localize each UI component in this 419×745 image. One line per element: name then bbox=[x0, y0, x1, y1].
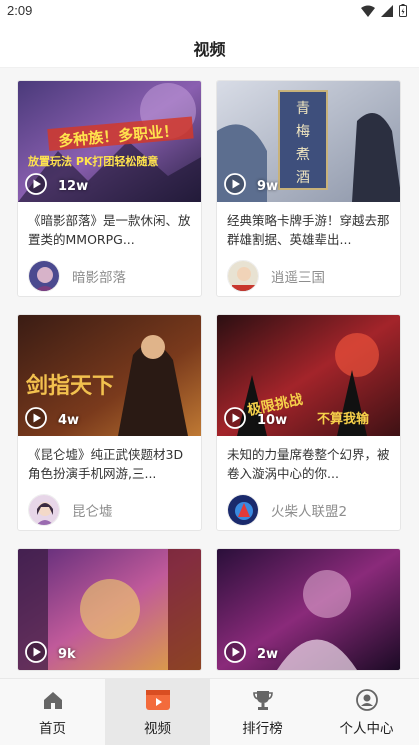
battery-icon bbox=[399, 4, 407, 17]
trophy-icon bbox=[252, 691, 273, 710]
video-thumbnail[interactable]: 剑指天下 4w bbox=[18, 315, 201, 436]
author-name: 昆仑墟 bbox=[72, 504, 113, 520]
video-thumbnail[interactable]: 青 梅 煮 酒 9w bbox=[217, 81, 400, 202]
video-icon bbox=[145, 690, 170, 710]
thumbnail-banner-sub: 放置玩法 PK打团轻松随意 bbox=[27, 154, 158, 168]
thumbnail-banner-sub: 不算我输 bbox=[317, 411, 370, 427]
wifi-icon bbox=[361, 5, 375, 17]
video-thumbnail[interactable]: 2w bbox=[217, 549, 400, 670]
view-count: 2w bbox=[257, 647, 279, 662]
video-feed[interactable]: 多种族！多职业！ 放置玩法 PK打团轻松随意 12w 《暗影部落》是一款休闲、放… bbox=[0, 68, 419, 678]
video-card[interactable]: 剑指天下 4w 《昆仑墟》纯正武侠题材3D角色扮演手机网游,三... 昆仑墟 bbox=[17, 314, 202, 531]
user-icon bbox=[355, 689, 378, 711]
author-row[interactable]: 暗影部落 bbox=[18, 252, 201, 296]
view-count: 10w bbox=[257, 413, 288, 428]
status-time: 2:09 bbox=[7, 3, 33, 18]
play-icon[interactable] bbox=[25, 407, 47, 429]
author-name: 暗影部落 bbox=[72, 270, 126, 286]
author-row[interactable]: 昆仑墟 bbox=[18, 486, 201, 530]
play-icon[interactable] bbox=[224, 173, 246, 195]
video-description: 《暗影部落》是一款休闲、放置类的MMORPG... bbox=[28, 213, 191, 247]
play-icon[interactable] bbox=[224, 641, 246, 663]
video-card[interactable]: 2w bbox=[216, 548, 401, 671]
video-thumbnail[interactable]: 极限挑战 不算我输 10w bbox=[217, 315, 400, 436]
tab-label: 个人中心 bbox=[339, 721, 394, 737]
signal-icon bbox=[381, 4, 393, 17]
tab-label: 视频 bbox=[144, 721, 171, 737]
view-count: 9k bbox=[58, 647, 76, 662]
home-icon bbox=[43, 692, 62, 709]
thumbnail-banner-text: 青 bbox=[296, 101, 310, 117]
svg-text:梅: 梅 bbox=[296, 124, 310, 140]
tab-video[interactable]: 视频 bbox=[105, 679, 210, 745]
video-thumbnail[interactable]: 9k bbox=[18, 549, 201, 670]
play-icon[interactable] bbox=[224, 407, 246, 429]
tab-home[interactable]: 首页 bbox=[0, 679, 105, 745]
play-icon[interactable] bbox=[25, 173, 47, 195]
tab-ranking[interactable]: 排行榜 bbox=[210, 679, 315, 745]
page-title: 视频 bbox=[193, 40, 226, 59]
video-description: 经典策略卡牌手游！穿越去那群雄割据、英雄辈出... bbox=[227, 213, 390, 247]
view-count: 4w bbox=[58, 413, 80, 428]
bottom-tab-bar: 首页 视频 排行榜 个人中心 bbox=[0, 678, 419, 745]
tab-profile[interactable]: 个人中心 bbox=[314, 679, 419, 745]
title-bar: 视频 bbox=[0, 24, 419, 68]
avatar bbox=[227, 494, 259, 526]
author-row[interactable]: 逍遥三国 bbox=[217, 252, 400, 296]
author-name: 逍遥三国 bbox=[271, 270, 325, 286]
avatar bbox=[28, 494, 60, 526]
status-bar: 2:09 bbox=[0, 0, 419, 24]
svg-text:酒: 酒 bbox=[296, 170, 310, 186]
view-count: 9w bbox=[257, 179, 279, 194]
avatar bbox=[227, 260, 259, 292]
avatar bbox=[28, 260, 60, 292]
status-icons bbox=[361, 4, 407, 17]
video-description: 未知的力量席卷整个幻界，被卷入漩涡中心的你... bbox=[227, 447, 390, 481]
thumbnail-banner-text: 剑指天下 bbox=[25, 373, 114, 399]
play-icon[interactable] bbox=[25, 641, 47, 663]
view-count: 12w bbox=[58, 179, 89, 194]
author-name: 火柴人联盟2 bbox=[271, 504, 348, 520]
video-thumbnail[interactable]: 多种族！多职业！ 放置玩法 PK打团轻松随意 12w bbox=[18, 81, 201, 202]
tab-label: 首页 bbox=[39, 721, 66, 737]
author-row[interactable]: 火柴人联盟2 bbox=[217, 486, 400, 530]
video-card[interactable]: 青 梅 煮 酒 9w 经典策略卡牌手游！穿越去那群雄割据、英雄辈出... 逍遥三… bbox=[216, 80, 401, 297]
svg-text:煮: 煮 bbox=[296, 147, 310, 163]
video-card[interactable]: 9k bbox=[17, 548, 202, 671]
video-description: 《昆仑墟》纯正武侠题材3D角色扮演手机网游,三... bbox=[28, 447, 184, 481]
video-card[interactable]: 多种族！多职业！ 放置玩法 PK打团轻松随意 12w 《暗影部落》是一款休闲、放… bbox=[17, 80, 202, 297]
video-card[interactable]: 极限挑战 不算我输 10w 未知的力量席卷整个幻界，被卷入漩涡中心的你... 火… bbox=[216, 314, 401, 531]
tab-label: 排行榜 bbox=[242, 721, 283, 737]
